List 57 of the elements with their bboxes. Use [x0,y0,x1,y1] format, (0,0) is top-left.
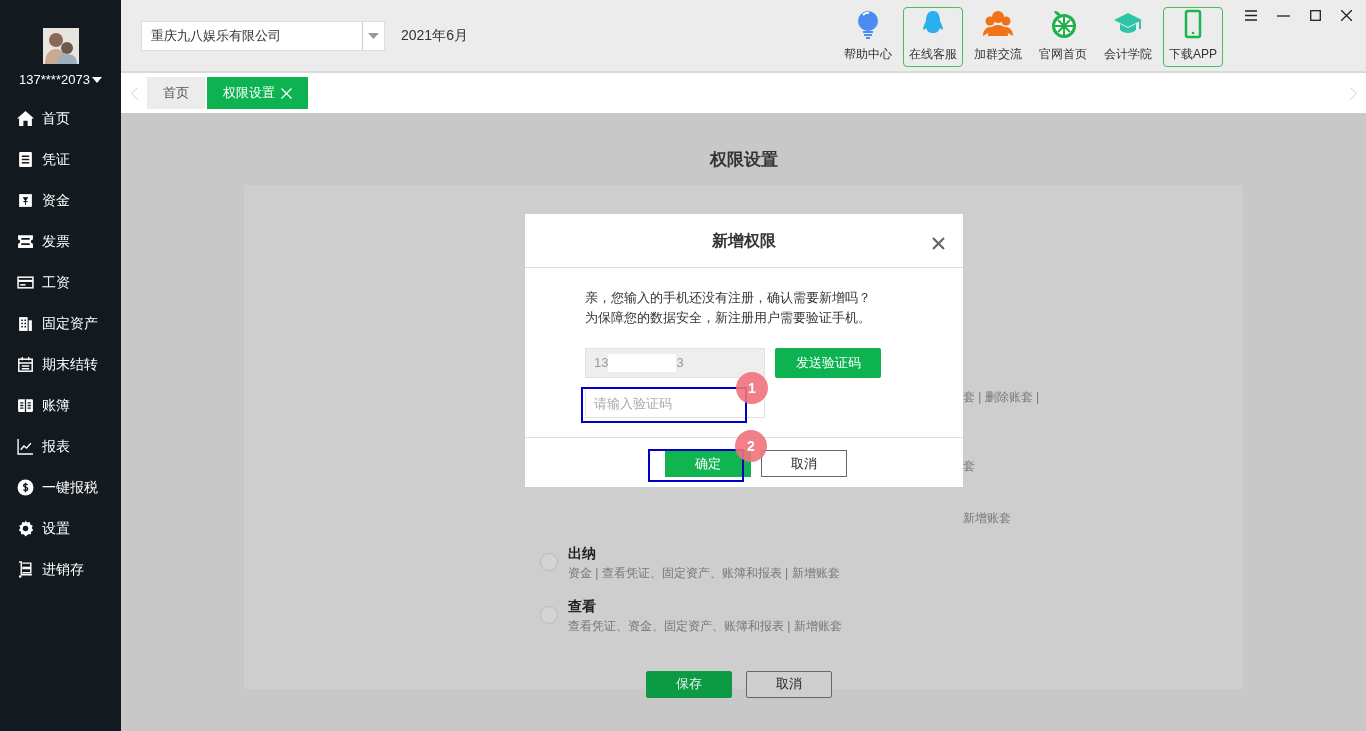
page-title: 权限设置 [709,149,778,171]
sidebar-item[interactable]: 一键报税 [0,466,121,508]
yen-icon [17,191,34,209]
permission-text: 新增账套 [963,509,1012,527]
sidebar-item[interactable]: 凭证 [0,138,121,180]
message-text: 亲，您输入的手机还没有注册，确认需要新增吗？ [585,289,872,307]
user-name[interactable]: 137****2073 [19,70,90,90]
house-icon [17,109,34,127]
calendar-icon [17,355,34,373]
toolbar-button[interactable]: 会计学院 [1098,7,1158,67]
people-icon [983,9,1013,39]
sidebar-item[interactable]: 期末结转 [0,343,121,385]
role-name: 出纳 [568,543,597,563]
sidebar-item[interactable]: 账簿 [0,384,121,426]
company-select[interactable]: 重庆九八娱乐有限公司 [141,20,385,51]
shelf-cart-icon [17,560,34,578]
maximize-icon[interactable] [1310,10,1321,21]
tab[interactable]: 首页 [147,77,205,109]
close-icon[interactable] [1341,10,1352,21]
sidebar-item[interactable]: 报表 [0,425,121,467]
role-name: 查看 [568,596,597,616]
message-text: 为保障您的数据安全，新注册用户需要验证手机。 [585,309,872,327]
card-icon [17,273,34,291]
toolbar-button[interactable]: 加群交流 [968,7,1028,67]
settings-icon [17,519,34,537]
ticket-icon [17,232,34,250]
permission-text: 套 | 删除账套 | [963,388,1041,406]
book-icon [17,396,34,414]
cancel-button[interactable]: 取消 [745,670,832,698]
toolbar-button[interactable]: 下载APP [1163,7,1223,67]
dialog-title: 新增权限 [712,230,776,251]
building-icon [17,314,34,332]
toolbar-button[interactable]: 帮助中心 [838,7,898,67]
sidebar-item[interactable]: 固定资产 [0,302,121,344]
step-number: 2 [735,430,767,462]
sidebar-item[interactable]: 设置 [0,507,121,549]
role-description: 查看凭证、资金、固定资产、账簿和报表 | 新增账套 [568,617,842,635]
period-label[interactable]: 2021年6月 [401,25,468,46]
document-icon [17,150,34,168]
cancel-button[interactable]: 取消 [761,450,847,477]
sidebar-item[interactable]: 发票 [0,220,121,262]
radio-button[interactable] [540,606,558,624]
toolbar-button[interactable]: 官网首页 [1033,7,1093,67]
menu-icon[interactable] [1245,10,1257,21]
avatar[interactable] [42,28,79,64]
sidebar-item[interactable]: 进销存 [0,548,121,590]
sidebar-item[interactable]: 首页 [0,97,121,139]
permission-text: 套 [963,457,976,475]
sidebar-item[interactable]: 资金 [0,179,121,221]
caret-icon[interactable] [91,76,102,83]
line-chart-icon [17,437,34,455]
radio-button[interactable] [540,553,558,571]
caret-icon [368,32,379,39]
toolbar-button[interactable]: 在线客服 [903,7,963,67]
dollar-icon [17,478,34,496]
sidebar-item[interactable]: 工资 [0,261,121,303]
role-description: 资金 | 查看凭证、固定资产、账簿和报表 | 新增账套 [568,564,840,582]
